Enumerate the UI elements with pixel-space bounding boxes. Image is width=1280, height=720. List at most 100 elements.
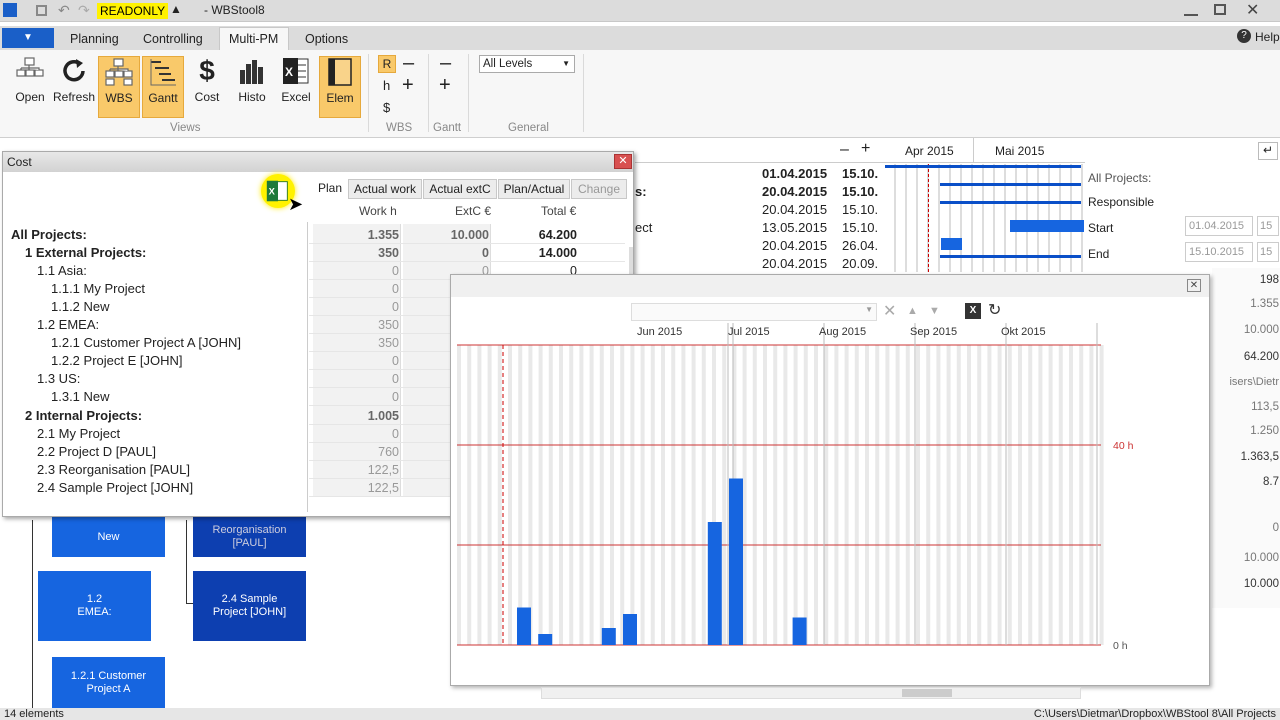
wbs-box-customer-project[interactable]: 1.2.1 Customer Project A — [52, 657, 165, 708]
close-icon[interactable]: ✕ — [614, 154, 632, 169]
wbs-box-emea[interactable]: 1.2 EMEA: — [38, 571, 151, 641]
tab-controlling[interactable]: Controlling — [143, 32, 203, 46]
tab-multi-pm[interactable]: Multi-PM — [229, 32, 278, 46]
elem-button[interactable]: Elem — [319, 56, 361, 118]
excel-button[interactable]: X Excel — [275, 56, 317, 116]
help-icon[interactable]: ? — [1237, 29, 1251, 43]
excel-icon[interactable]: X — [965, 303, 981, 319]
gantt-end-date: 20.09. — [842, 256, 879, 271]
cost-row-label[interactable]: 1.2.1 Customer Project A [JOHN] — [51, 334, 241, 352]
help-label[interactable]: Help — [1255, 30, 1280, 44]
grid-stripe — [997, 345, 1002, 645]
grid-stripe — [589, 345, 594, 645]
start-date-field[interactable]: 01.04.2015 — [1185, 216, 1253, 236]
wbs-h-toggle[interactable]: h — [383, 78, 390, 93]
cost-row-label[interactable]: 1.3 US: — [37, 370, 80, 388]
cost-row-label[interactable]: 2.3 Reorganisation [PAUL] — [37, 461, 190, 479]
separator — [468, 54, 469, 132]
wbs-box-reorganisation[interactable]: Reorganisation [PAUL] — [193, 517, 306, 557]
tab-plan-actual[interactable]: Plan/Actual — [498, 179, 570, 199]
cost-row-label[interactable]: 1.1.1 My Project — [51, 280, 145, 298]
cost-row-label[interactable]: 1.2 EMEA: — [37, 316, 99, 334]
grid-stripe — [824, 345, 829, 645]
cost-row-label[interactable]: 2.4 Sample Project [JOHN] — [37, 479, 193, 497]
histogram-title-bar[interactable] — [451, 275, 1209, 297]
cost-row-work: 122,5 — [367, 462, 399, 477]
cost-window-title[interactable]: Cost — [3, 152, 633, 172]
grid-stripe — [701, 345, 706, 645]
collapse-icon[interactable]: – — [403, 52, 414, 75]
cost-row-label[interactable]: 1 External Projects: — [25, 244, 146, 262]
file-menu-button[interactable]: ▼ — [2, 28, 54, 48]
gantt-task-bar[interactable] — [1010, 220, 1084, 232]
cost-row-label[interactable]: 2 Internal Projects: — [25, 407, 142, 425]
wbs-button[interactable]: WBS — [98, 56, 140, 118]
wbs-label: WBS — [105, 91, 133, 105]
up-icon[interactable]: ▲ — [907, 305, 918, 317]
cost-row-label[interactable]: All Projects: — [11, 226, 87, 244]
refresh-label: Refresh — [53, 90, 96, 104]
app-menu-icon[interactable] — [3, 3, 17, 17]
grid-stripe — [508, 345, 512, 645]
open-button[interactable]: Open — [9, 56, 51, 116]
grid-stripe — [936, 345, 941, 645]
wbs-r-toggle[interactable]: R — [378, 55, 396, 73]
gantt-collapse-button[interactable]: – — [840, 141, 849, 159]
clear-icon[interactable]: ✕ — [883, 301, 896, 321]
cost-row-label[interactable]: 1.1.2 New — [51, 298, 110, 316]
gantt-expand-button[interactable]: + — [861, 140, 870, 158]
grid-stripe — [610, 345, 614, 645]
tab-actual-extc[interactable]: Actual extC — [423, 179, 497, 199]
gantt-collapse-icon[interactable]: – — [440, 52, 451, 75]
undo-icon[interactable]: ↶ — [58, 2, 70, 19]
grid-stripe — [1018, 345, 1022, 645]
scroll-thumb[interactable] — [902, 689, 952, 697]
end-date-field[interactable]: 15.10.2015 — [1185, 242, 1253, 262]
histo-button[interactable]: Histo — [231, 56, 273, 116]
gantt-task-bar[interactable] — [941, 238, 962, 250]
cost-row-label[interactable]: 2.1 My Project — [37, 425, 120, 443]
down-icon[interactable]: ▼ — [929, 305, 940, 317]
enter-icon[interactable]: ↵ — [1258, 142, 1278, 160]
tab-plan[interactable]: Plan — [313, 179, 347, 199]
h-scrollbar[interactable] — [541, 687, 1081, 699]
gantt-summary-bar — [885, 165, 1081, 168]
save-icon[interactable] — [36, 5, 47, 16]
month-label: Sep 2015 — [910, 326, 957, 338]
tab-options[interactable]: Options — [305, 32, 348, 46]
close-button[interactable]: ✕ — [1246, 0, 1259, 20]
up-arrow-icon[interactable]: ▲ — [170, 2, 182, 16]
grid-stripe — [691, 345, 696, 645]
gantt-button[interactable]: Gantt — [142, 56, 184, 118]
tab-change[interactable]: Change — [571, 179, 627, 199]
cost-row-label[interactable]: 1.2.2 Project E [JOHN] — [51, 352, 183, 370]
separator — [368, 54, 369, 132]
gantt-summary-bar — [940, 201, 1081, 204]
level-select[interactable]: All Levels ▼ — [479, 55, 575, 73]
wbs-dollar-toggle[interactable]: $ — [383, 100, 390, 115]
gantt-expand-icon[interactable]: + — [439, 74, 451, 97]
gantt-fragment: s: — [635, 184, 647, 199]
cost-row-label[interactable]: 2.2 Project D [PAUL] — [37, 443, 156, 461]
gantt-end-date: 15.10. — [842, 202, 879, 217]
tab-planning[interactable]: Planning — [70, 32, 119, 46]
grid-stripe — [885, 345, 890, 645]
redo-icon[interactable]: ↷ — [78, 2, 90, 19]
refresh-button[interactable]: Refresh — [53, 56, 95, 116]
wbs-box-new[interactable]: New — [52, 517, 165, 557]
end-date-spinner[interactable]: 15 — [1257, 242, 1279, 262]
start-date-spinner[interactable]: 15 — [1257, 216, 1279, 236]
close-icon[interactable]: ✕ — [1187, 279, 1201, 292]
maximize-button[interactable] — [1214, 4, 1226, 15]
cost-button[interactable]: $ Cost — [186, 56, 228, 116]
minimize-button[interactable] — [1184, 4, 1198, 16]
histogram-filter[interactable]: ▼ — [631, 303, 877, 321]
gantt-start-date: 13.05.2015 — [762, 220, 828, 235]
cost-row-label[interactable]: 1.1 Asia: — [37, 262, 87, 280]
grid-stripe — [1007, 345, 1012, 645]
tab-actual-work[interactable]: Actual work — [348, 179, 422, 199]
refresh-icon[interactable]: ↻ — [988, 300, 1001, 320]
wbs-box-sample-project[interactable]: 2.4 Sample Project [JOHN] — [193, 571, 306, 641]
cost-row-label[interactable]: 1.3.1 New — [51, 388, 110, 406]
expand-icon[interactable]: + — [402, 74, 414, 97]
